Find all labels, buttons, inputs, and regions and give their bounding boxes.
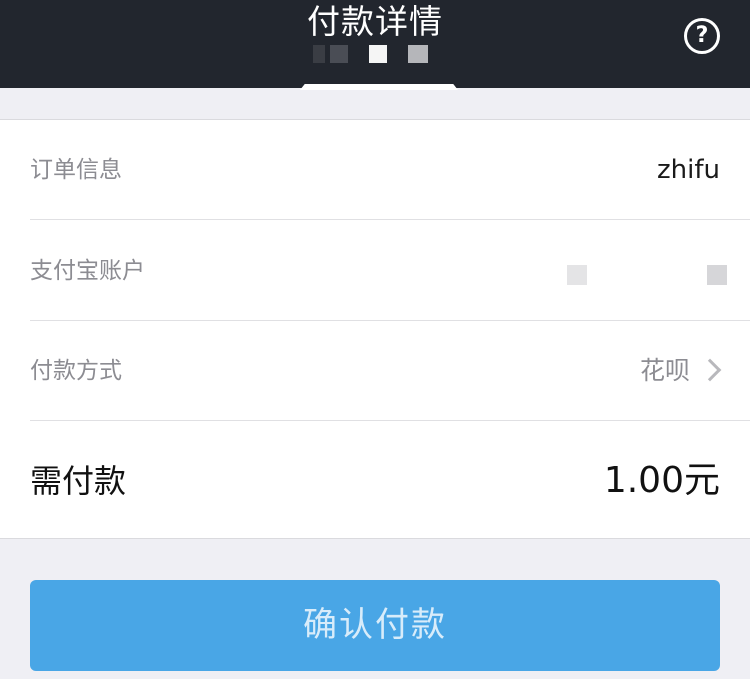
masked-account-block-1	[567, 265, 587, 285]
amount-due-value: 1.00元	[603, 460, 720, 501]
masked-account-block-2	[707, 265, 727, 285]
alipay-account-label: 支付宝账户	[30, 258, 145, 284]
row-amount-due: 需付款 1.00元	[30, 421, 750, 541]
help-icon[interactable]: ?	[684, 18, 720, 54]
top-navigation-bar: 付款详情 ?	[0, 0, 750, 90]
order-info-value: zhifu	[657, 155, 720, 185]
row-alipay-account: 支付宝账户	[30, 221, 750, 321]
row-payment-method[interactable]: 付款方式 花呗	[30, 321, 750, 421]
payment-method-label: 付款方式	[30, 358, 122, 384]
row-order-info: 订单信息 zhifu	[30, 120, 750, 220]
page-title: 付款详情	[307, 2, 443, 41]
header-notch	[300, 84, 458, 90]
confirm-payment-button[interactable]: 确认付款	[30, 580, 720, 671]
order-info-label: 订单信息	[30, 157, 122, 183]
amount-due-label: 需付款	[30, 462, 127, 500]
payment-details-card: 订单信息 zhifu 支付宝账户 付款方式 花呗 需付款 1.00元	[0, 119, 750, 539]
chevron-right-icon[interactable]	[698, 358, 722, 382]
masked-account-pixels	[0, 45, 750, 65]
payment-method-value[interactable]: 花呗	[640, 321, 690, 421]
